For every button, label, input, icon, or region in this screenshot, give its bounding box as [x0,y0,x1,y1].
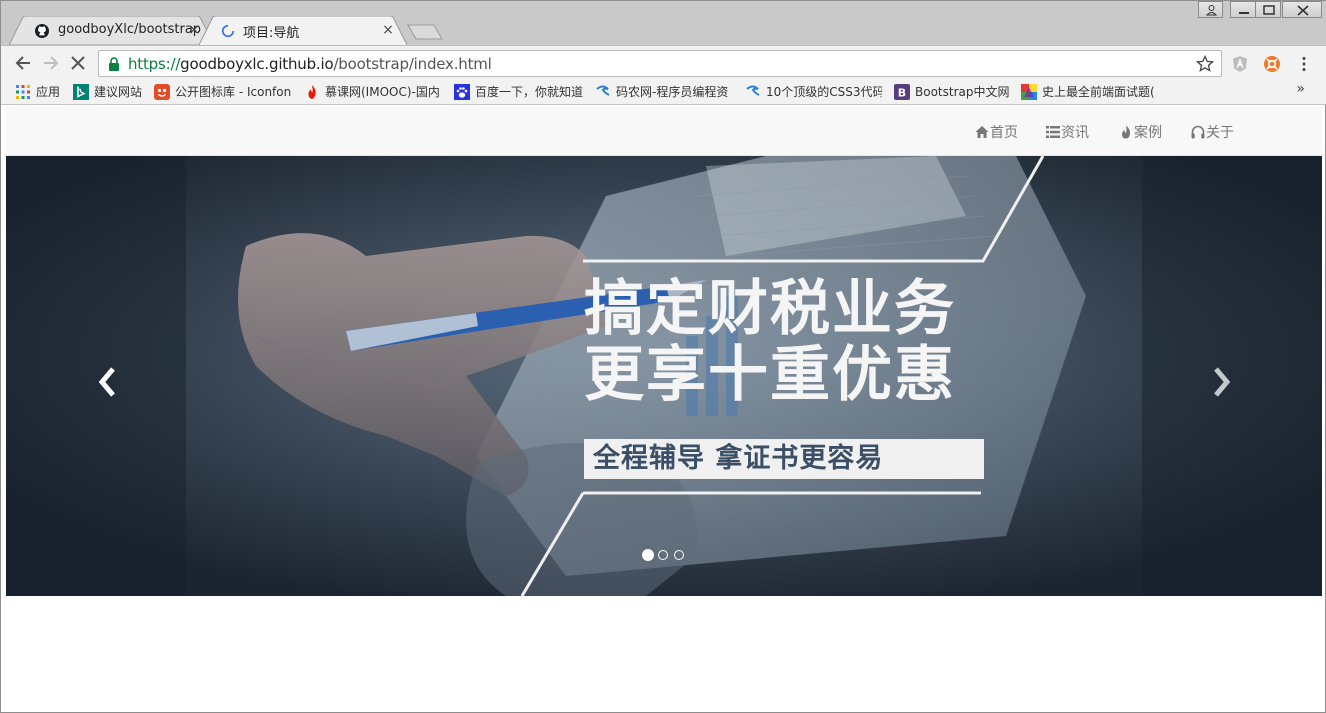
bookmark-star-icon[interactable] [1196,55,1214,73]
bookmark-iconfont[interactable]: 公开图标库 - Iconfon [154,83,291,101]
user-profile-button[interactable] [1198,1,1223,18]
baidu-paw-icon [454,84,470,100]
tab-active-nav[interactable]: 项目:导航 × [199,16,407,45]
bookmark-label: 公开图标库 - Iconfon [175,85,291,99]
bookmark-baidu[interactable]: 百度一下，你就知道 [454,83,586,101]
restore-icon [1263,5,1275,15]
svg-text:B: B [898,87,906,100]
bookmark-label: 应用 [36,85,61,99]
orange-extension-icon[interactable] [1263,55,1281,73]
nav-label: 案例 [1134,125,1162,141]
nav-news[interactable]: 资讯 [1046,122,1089,142]
banner-headline-line2: 更享十重优惠 [584,340,956,410]
home-icon [975,126,989,138]
bookmark-imooc[interactable]: 慕课网(IMOOC)-国内 [304,83,442,101]
web-page: 首页 资讯 案例 关于 搞定财税业务 更享十重优惠 全程辅导 拿证书更容易 [6,106,1322,710]
link-arrow-icon [596,85,610,96]
new-tab-button[interactable] [407,23,443,41]
bookmark-label: Bootstrap中文网 [915,85,1010,99]
nav-home[interactable]: 首页 [975,122,1018,142]
fire-icon [1122,125,1131,139]
bookmark-suggested-sites[interactable]: 建议网站 [73,83,145,101]
browser-window: goodboyXlc/bootstrap × 项目:导航 × https://g… [0,0,1326,713]
headphones-icon [1191,125,1205,139]
carousel-indicator-2[interactable] [658,550,668,560]
forward-arrow-icon[interactable] [41,53,61,73]
bookmark-label: 百度一下，你就知道 [475,85,584,99]
nav-label: 首页 [990,125,1018,141]
back-arrow-icon[interactable] [13,53,33,73]
bookmarks-bar: 应用 建议网站 公开图标库 - Iconfon 慕课网(IMOOC)-国内 百度… [1,79,1326,105]
carousel-prev-chevron-icon[interactable] [93,364,123,400]
bookmark-codeceo[interactable]: 码农网-程序员编程资 [595,83,733,101]
tab-title: 项目:导航 [243,26,300,41]
bookmark-interview-questions[interactable]: 史上最全前端面试题( [1021,83,1159,101]
bookmark-label: 慕课网(IMOOC)-国内 [325,85,440,99]
banner-headline-line1: 搞定财税业务 [584,274,956,344]
close-icon [1297,5,1309,16]
bing-icon [73,84,89,100]
apps-grid-icon [16,85,30,99]
carousel-indicator-3[interactable] [674,550,684,560]
tab-strip: goodboyXlc/bootstrap × 项目:导航 × [1,1,1326,45]
banner-slogan: 搞定财税业务 更享十重优惠 全程辅导 拿证书更容易 [584,274,984,479]
nav-about[interactable]: 关于 [1191,122,1234,142]
bookmark-css3-code[interactable]: 10个顶级的CSS3代码 [745,83,882,101]
menu-kebab-icon[interactable] [1295,55,1313,73]
nav-label: 关于 [1206,125,1234,141]
minimize-button[interactable] [1230,1,1256,18]
browser-toolbar: https://goodboyxlc.github.io/bootstrap/i… [1,45,1326,79]
address-bar[interactable]: https://goodboyxlc.github.io/bootstrap/i… [98,50,1222,77]
url-text: https://goodboyxlc.github.io/bootstrap/i… [128,55,492,73]
carousel-next-chevron-icon[interactable] [1206,364,1236,400]
restore-button[interactable] [1255,1,1281,18]
bookmarks-overflow-chevron[interactable]: » [1296,81,1305,97]
colorful-icon [1021,84,1037,100]
bootstrap-b-icon: B [894,84,910,100]
nav-cases[interactable]: 案例 [1119,122,1162,142]
close-window-button[interactable] [1282,1,1322,18]
bookmark-apps[interactable]: 应用 [15,83,65,101]
flame-icon [308,85,316,99]
github-icon [35,24,49,38]
site-navbar: 首页 资讯 案例 关于 [6,106,1322,156]
bookmark-label: 史上最全前端面试题( [1042,85,1155,99]
link-arrow-icon [746,85,760,96]
minimize-icon [1239,12,1249,14]
tab-github[interactable]: goodboyXlc/bootstrap × [9,16,214,45]
lock-icon [109,57,119,71]
bookmark-label: 10个顶级的CSS3代码 [766,85,882,99]
carousel-indicator-1[interactable] [642,549,654,561]
bookmark-label: 码农网-程序员编程资 [616,85,729,99]
list-icon [1046,126,1060,138]
angular-extension-icon[interactable] [1231,55,1249,73]
hero-carousel: 搞定财税业务 更享十重优惠 全程辅导 拿证书更容易 [6,156,1322,596]
loading-spinner-icon [221,24,235,38]
url-scheme: https:// [128,55,181,73]
url-path: /bootstrap/index.html [333,55,492,73]
bookmark-bootstrap[interactable]: B Bootstrap中文网 [894,83,1012,101]
tab-title: goodboyXlc/bootstrap [58,22,202,37]
url-host: goodboyxlc.github.io [180,55,334,73]
nav-label: 资讯 [1061,125,1089,141]
user-icon [1205,5,1218,16]
close-tab-icon[interactable]: × [381,23,395,37]
banner-tagline: 全程辅导 拿证书更容易 [584,439,984,479]
iconfont-icon [154,84,170,100]
bookmark-label: 建议网站 [94,85,143,99]
stop-loading-icon[interactable] [68,53,88,73]
